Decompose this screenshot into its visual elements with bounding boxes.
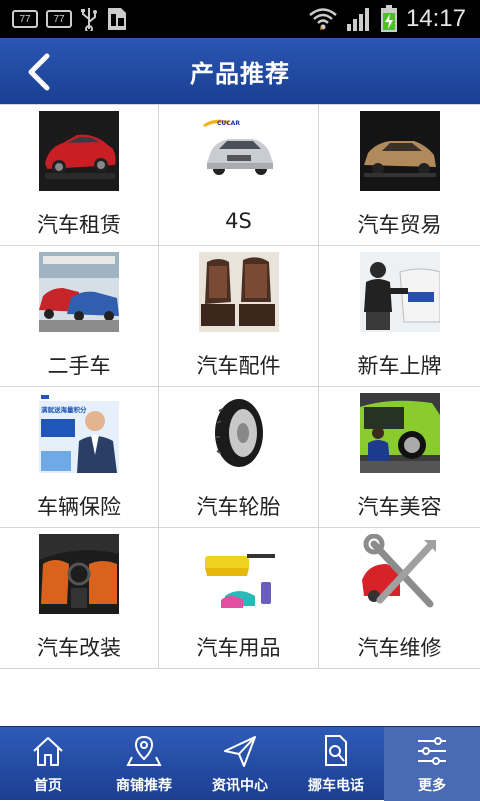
seat-cover-photo [198, 252, 279, 332]
product-item-insurance[interactable]: 满就送海量积分 车辆保险 [0, 387, 159, 528]
product-label: 汽车租赁 [37, 213, 121, 237]
product-label: 汽车改装 [37, 636, 121, 660]
product-item-car-parts[interactable]: 汽车配件 [159, 246, 319, 387]
tab-shop-recommend[interactable]: 商铺推荐 [96, 727, 192, 801]
product-label: 汽车美容 [357, 495, 442, 519]
product-item-tires[interactable]: 汽车轮胎 [159, 387, 319, 528]
gold-sedan-photo [359, 111, 440, 191]
tab-label: 资讯中心 [212, 778, 268, 794]
chevron-left-icon [28, 53, 50, 91]
product-item-4s[interactable]: CUCAR 4S [159, 105, 319, 246]
tab-more[interactable]: 更多 [384, 727, 480, 801]
repair-tools-photo [359, 534, 440, 614]
tab-label: 首页 [34, 778, 62, 794]
product-label: 新车上牌 [357, 354, 442, 378]
notification-badge: 77 [46, 10, 72, 28]
product-grid: 汽车租赁 CUCAR 4S 汽车贸易 二手车 汽车配件 新车上牌 满就送海量积分… [0, 104, 480, 669]
document-search-icon [325, 735, 347, 766]
tab-news-center[interactable]: 资讯中心 [192, 727, 288, 801]
header-bar: 产品推荐 [0, 38, 480, 104]
cleaning-duster-photo [198, 534, 279, 614]
tab-move-car-phone[interactable]: 挪车电话 [288, 727, 384, 801]
page-title: 产品推荐 [190, 59, 290, 88]
product-item-car-modification[interactable]: 汽车改装 [0, 528, 159, 669]
product-item-car-beauty[interactable]: 汽车美容 [319, 387, 480, 528]
sim-card-icon [108, 8, 126, 30]
product-item-car-supplies[interactable]: 汽车用品 [159, 528, 319, 669]
sliders-icon [418, 737, 446, 765]
tab-label: 商铺推荐 [116, 778, 172, 794]
paper-plane-icon [224, 736, 256, 767]
usb-icon [81, 8, 97, 31]
battery-charging-icon [380, 5, 397, 32]
product-item-car-rental[interactable]: 汽车租赁 [0, 105, 159, 246]
status-time: 14:17 [405, 5, 466, 32]
insurance-ad-photo: 满就送海量积分 [39, 393, 119, 473]
tab-label: 挪车电话 [308, 778, 364, 794]
silver-sedan-photo: CUCAR [198, 111, 279, 191]
orange-interior-photo [39, 534, 119, 614]
tab-home[interactable]: 首页 [0, 727, 96, 801]
product-label: 汽车配件 [196, 354, 281, 378]
product-label: 二手车 [47, 354, 111, 378]
bottom-tab-bar: 首页 商铺推荐 资讯中心 挪车电话 更多 [0, 726, 480, 801]
tire-photo [198, 393, 279, 473]
insurance-ad-text: 满就送海量积分 [41, 405, 87, 414]
green-car-detailing-photo [359, 393, 440, 473]
back-button[interactable] [18, 52, 58, 92]
product-label: 汽车用品 [196, 636, 281, 660]
used-car-lot-photo [39, 252, 119, 332]
product-label: 汽车轮胎 [196, 495, 281, 519]
status-bar: 77 77 14:17 [0, 0, 480, 38]
product-label: 汽车维修 [357, 636, 442, 660]
license-plate-install-photo [359, 252, 440, 332]
product-item-car-repair[interactable]: 汽车维修 [319, 528, 480, 669]
home-icon [33, 737, 63, 766]
tab-label: 更多 [418, 778, 446, 794]
signal-icon [346, 8, 369, 31]
product-label: 车辆保险 [37, 495, 121, 519]
map-pin-icon [126, 735, 162, 766]
product-label: 4S [225, 209, 252, 233]
product-item-used-car[interactable]: 二手车 [0, 246, 159, 387]
wifi-icon [309, 8, 337, 30]
product-label: 汽车贸易 [357, 213, 442, 237]
cucar-logo-text: CUCAR [217, 120, 240, 127]
red-suv-photo [39, 111, 119, 191]
product-item-new-car-plate[interactable]: 新车上牌 [319, 246, 480, 387]
notification-badge: 77 [12, 10, 38, 28]
product-item-car-trade[interactable]: 汽车贸易 [319, 105, 480, 246]
